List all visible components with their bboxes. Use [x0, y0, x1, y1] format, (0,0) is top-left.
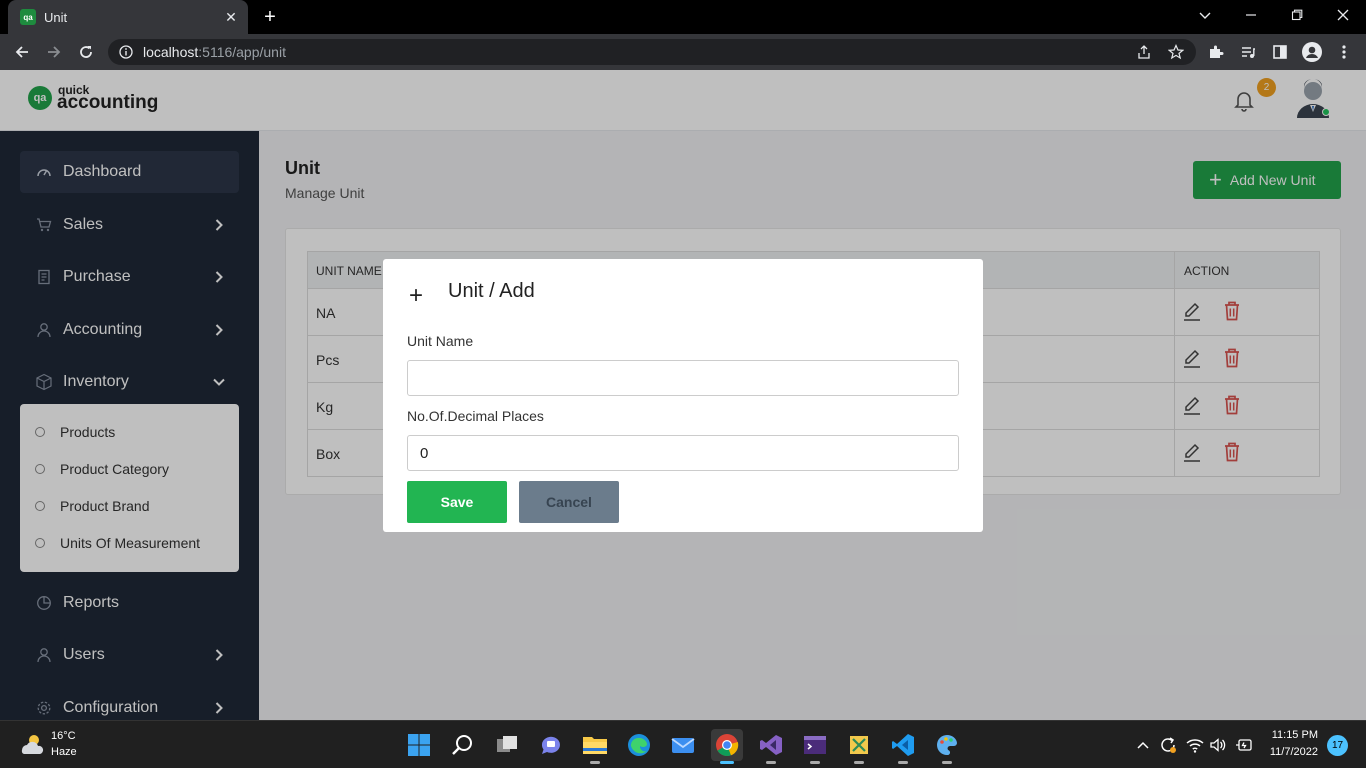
- minimize-button[interactable]: [1228, 0, 1274, 30]
- task-view-icon[interactable]: [491, 729, 523, 761]
- restore-button[interactable]: [1274, 0, 1320, 30]
- teams-chat-icon[interactable]: [535, 729, 567, 761]
- cancel-button[interactable]: Cancel: [519, 481, 619, 523]
- share-icon[interactable]: [1136, 44, 1152, 60]
- back-arrow-icon[interactable]: [10, 40, 34, 64]
- unit-name-input[interactable]: [407, 360, 959, 396]
- save-button[interactable]: Save: [407, 481, 507, 523]
- unit-add-modal: + Unit / Add Unit Name No.Of.Decimal Pla…: [383, 259, 983, 532]
- edge-browser-icon[interactable]: [623, 729, 655, 761]
- address-bar[interactable]: localhost:5116/app/unit: [108, 39, 1196, 65]
- mail-icon[interactable]: [667, 729, 699, 761]
- clock-date[interactable]: 11/7/2022: [1262, 746, 1318, 758]
- unit-name-label: Unit Name: [407, 333, 474, 349]
- windows-start-icon[interactable]: [403, 729, 435, 761]
- weather-haze-icon[interactable]: [18, 730, 46, 758]
- browser-menu-icon[interactable]: [1332, 40, 1356, 64]
- browser-tab-active[interactable]: qa Unit ✕: [8, 0, 248, 34]
- tab-close-icon[interactable]: ✕: [222, 9, 240, 26]
- sync-icon[interactable]: [1158, 735, 1178, 755]
- snip-tool-icon[interactable]: [843, 729, 875, 764]
- vscode-icon[interactable]: [887, 729, 919, 764]
- close-window-button[interactable]: [1320, 0, 1366, 30]
- chrome-browser-icon[interactable]: [711, 729, 743, 764]
- tab-search-icon[interactable]: [1182, 0, 1228, 30]
- visual-studio-icon[interactable]: [755, 729, 787, 764]
- paint-icon[interactable]: [931, 729, 963, 764]
- bookmark-star-icon[interactable]: [1168, 44, 1184, 60]
- decimal-places-label: No.Of.Decimal Places: [407, 408, 544, 424]
- file-explorer-icon[interactable]: [579, 729, 611, 764]
- terminal-icon[interactable]: [799, 729, 831, 764]
- weather-temperature: 16°C: [51, 730, 76, 742]
- reload-icon[interactable]: [74, 40, 98, 64]
- new-tab-button[interactable]: +: [258, 6, 282, 28]
- forward-arrow-icon[interactable]: [42, 40, 66, 64]
- wifi-icon[interactable]: [1185, 735, 1205, 755]
- modal-title: Unit / Add: [448, 280, 535, 302]
- decimal-places-input[interactable]: [407, 435, 959, 471]
- volume-icon[interactable]: [1208, 735, 1228, 755]
- plus-icon: +: [409, 282, 424, 309]
- site-info-icon[interactable]: [119, 45, 133, 59]
- weather-condition: Haze: [51, 746, 77, 758]
- browser-toolbar: localhost:5116/app/unit: [0, 34, 1366, 70]
- side-panel-icon[interactable]: [1268, 40, 1292, 64]
- extensions-puzzle-icon[interactable]: [1204, 40, 1228, 64]
- url-text: localhost:5116/app/unit: [143, 44, 286, 60]
- search-icon[interactable]: [447, 729, 479, 761]
- profile-icon[interactable]: [1300, 40, 1324, 64]
- tab-title: Unit: [44, 9, 68, 25]
- clock-time[interactable]: 11:15 PM: [1262, 729, 1318, 741]
- notification-count-badge[interactable]: 17: [1327, 735, 1348, 756]
- battery-plug-icon[interactable]: [1234, 735, 1254, 755]
- tab-favicon: qa: [20, 9, 36, 25]
- chevron-up-icon[interactable]: [1133, 735, 1153, 755]
- app-page: qa quick accounting 2 Dashboard Sales Pu…: [0, 70, 1366, 720]
- browser-tabstrip: qa Unit ✕ +: [0, 0, 1366, 34]
- media-queue-icon[interactable]: [1236, 40, 1260, 64]
- windows-taskbar: 16°C Haze 11:15 PM 11/7/2022 17: [0, 720, 1366, 768]
